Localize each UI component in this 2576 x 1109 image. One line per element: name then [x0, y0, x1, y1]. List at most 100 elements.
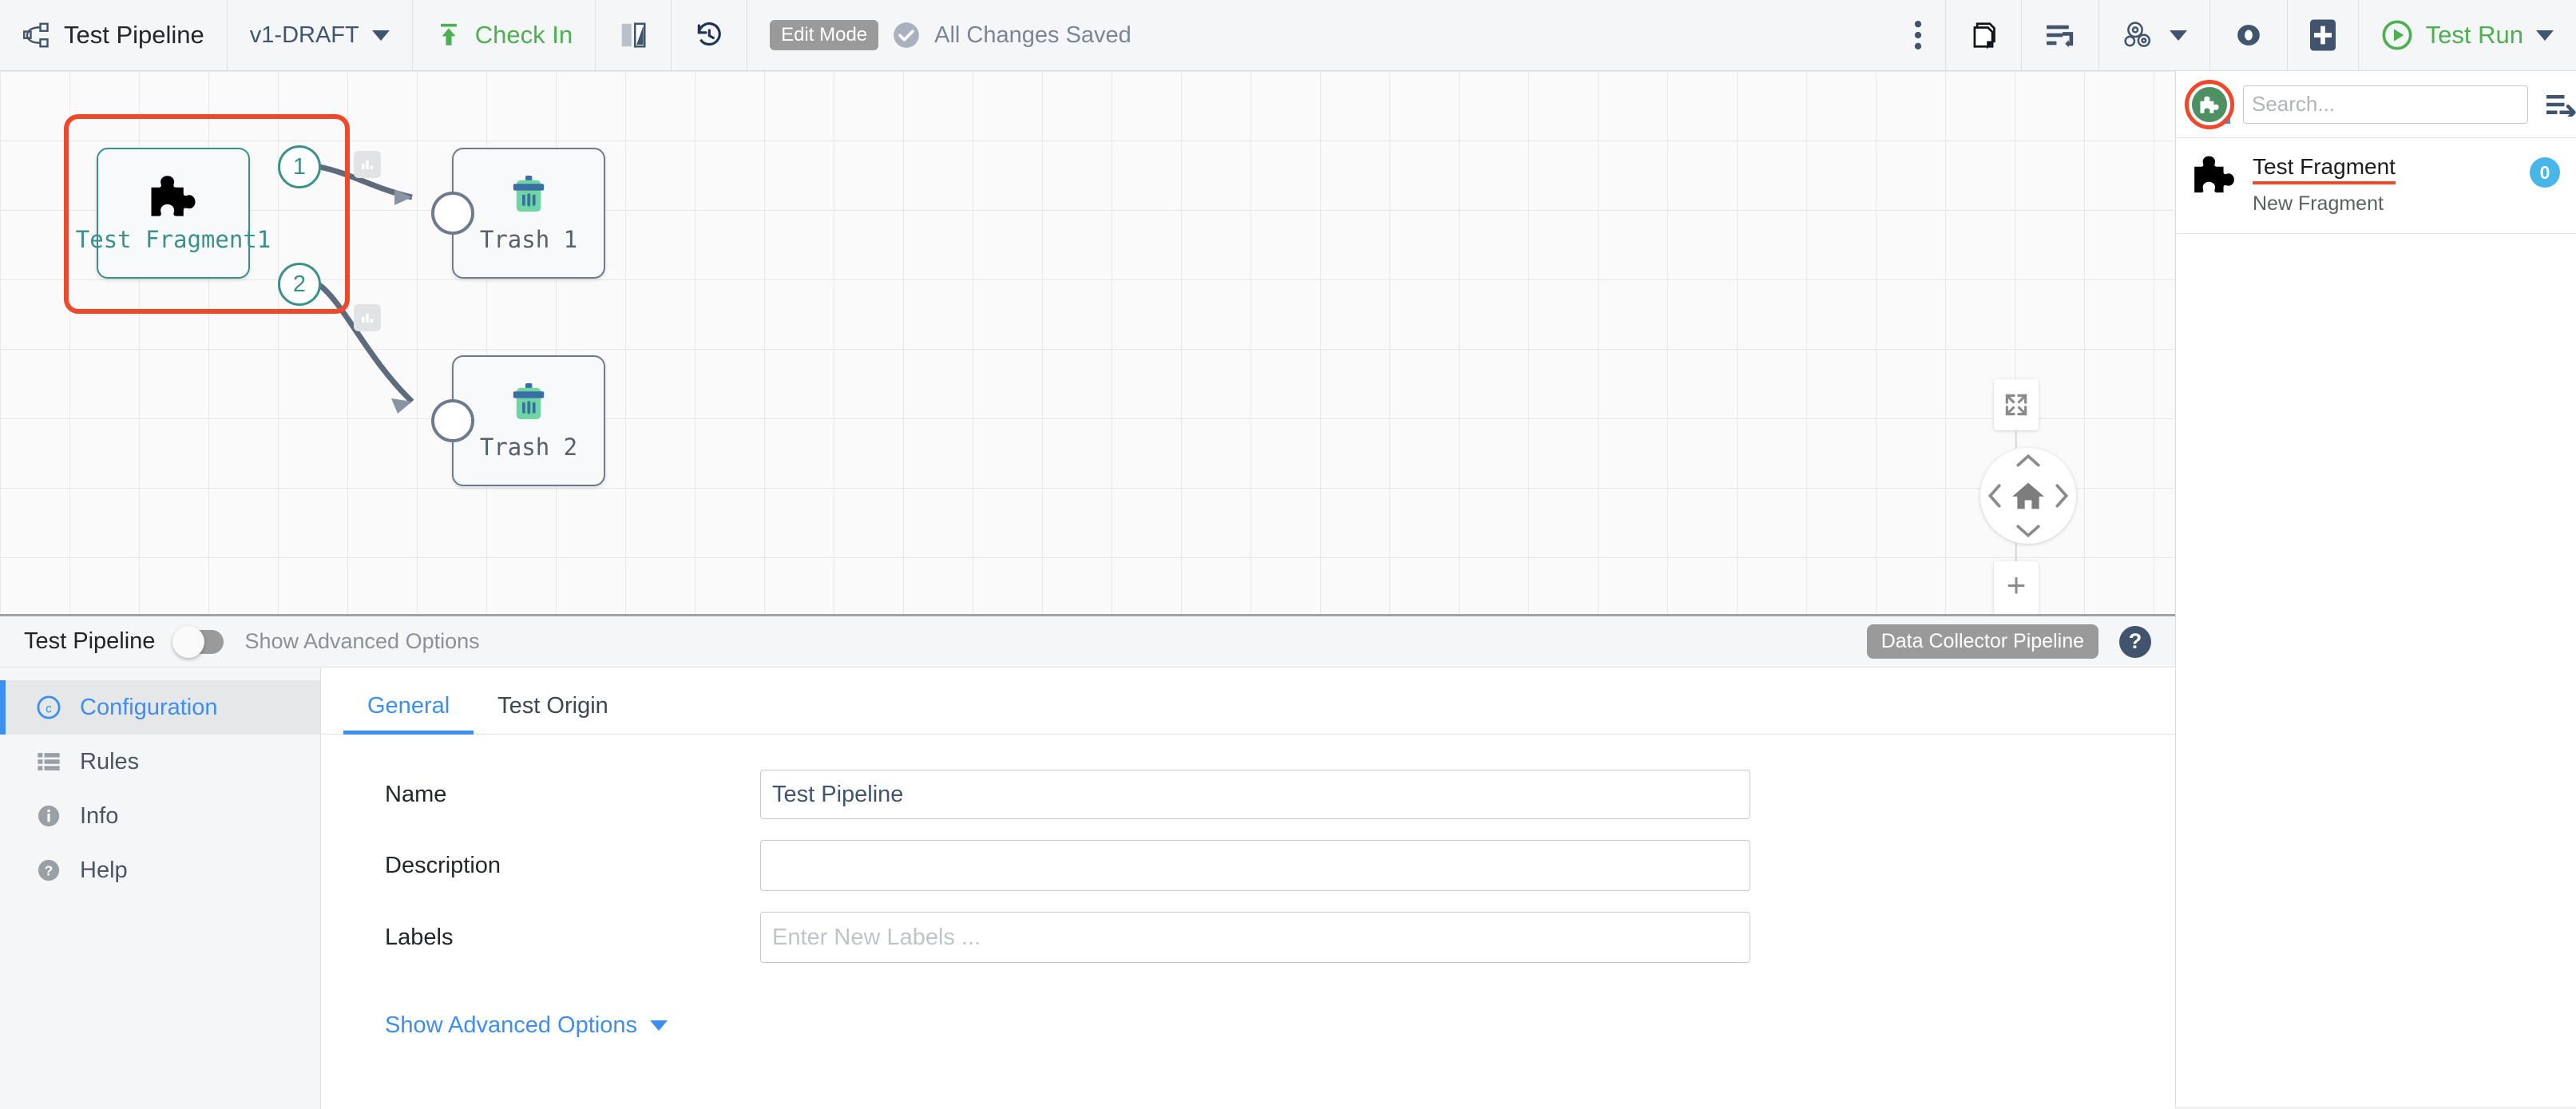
question-circle-icon[interactable]: ? — [2119, 625, 2151, 658]
count-badge: 0 — [2530, 157, 2560, 188]
tab-bar: General Test Origin — [321, 667, 2175, 735]
add-fragment-button[interactable] — [2185, 79, 2234, 129]
check-in-label: Check In — [474, 21, 573, 49]
sidebar-item-label: Rules — [80, 748, 140, 774]
show-advanced-options-toggle[interactable] — [172, 625, 224, 658]
test-run-button[interactable]: Test Run — [2359, 0, 2576, 70]
top-toolbar: Test Pipeline v1-DRAFT Check In Edit Mod… — [0, 0, 2576, 71]
preview-split-button[interactable] — [596, 0, 672, 70]
more-options-button[interactable] — [1891, 0, 1946, 70]
chevron-right-icon[interactable] — [2054, 482, 2070, 509]
chevron-down-icon — [2536, 30, 2554, 41]
node-label: Trash 2 — [479, 434, 578, 461]
field-label-name: Name — [385, 781, 447, 807]
node-label: Trash 1 — [479, 226, 578, 253]
pipeline-node-trash-2[interactable]: Trash 2 — [452, 355, 605, 486]
pipeline-node-trash-1[interactable]: Trash 1 — [452, 148, 605, 279]
info-circle-icon — [35, 802, 62, 830]
duplicate-button[interactable] — [1946, 0, 2022, 70]
field-label-description: Description — [385, 852, 501, 878]
zoom-in-button[interactable]: + — [1994, 561, 2039, 609]
pipeline-title-group[interactable]: Test Pipeline — [0, 0, 228, 70]
chevron-down-icon — [371, 30, 390, 41]
list-item[interactable]: Test Fragment New Fragment 0 — [2176, 138, 2576, 234]
check-in-button[interactable]: Check In — [413, 0, 596, 70]
plus-square-icon — [2309, 19, 2336, 51]
properties-header: Test Pipeline Show Advanced Options Data… — [0, 616, 2175, 667]
list-item-title: Test Fragment — [2253, 154, 2396, 184]
form-row-labels: Labels — [321, 912, 2175, 963]
split-preview-icon — [618, 20, 648, 50]
stage-library-panel: Test Fragment New Fragment 0 — [2175, 71, 2576, 1107]
chevron-left-icon[interactable] — [1987, 482, 2003, 509]
sidebar-item-rules[interactable]: Rules — [0, 735, 320, 789]
play-circle-icon — [2381, 19, 2413, 51]
pipeline-canvas[interactable]: Test Fragment1 Trash 1 Trash 2 1 2 + — [0, 71, 2174, 614]
list-item-subtitle: New Fragment — [2253, 192, 2384, 215]
check-in-upload-icon — [435, 22, 462, 49]
home-icon[interactable] — [2011, 480, 2046, 512]
tab-test-origin[interactable]: Test Origin — [474, 693, 632, 734]
sidebar-item-configuration[interactable]: c Configuration — [0, 680, 320, 735]
form-row-name: Name — [321, 770, 2175, 819]
labels-input[interactable] — [760, 912, 1750, 963]
output-port-2[interactable]: 2 — [278, 263, 321, 306]
fit-to-screen-button[interactable] — [1994, 379, 2039, 430]
chevron-down-icon — [2169, 30, 2187, 41]
pan-compass-control[interactable] — [1980, 448, 2076, 544]
edge-connections — [317, 164, 414, 414]
version-label: v1-DRAFT — [249, 22, 359, 48]
trash-can-icon — [506, 173, 551, 218]
canvas-navigation-controls: + – — [1980, 379, 2076, 614]
output-port-1[interactable]: 1 — [278, 145, 321, 188]
highlight-ring — [2185, 79, 2234, 129]
properties-body: c Configuration Rules Info ? Help Genera… — [0, 667, 2175, 1109]
edit-mode-status-group: Edit Mode All Changes Saved — [747, 0, 1154, 70]
arrange-button[interactable] — [2022, 0, 2099, 70]
tab-general[interactable]: General — [343, 693, 474, 735]
stage-panel-header — [2176, 71, 2576, 138]
puzzle-piece-icon — [2192, 154, 2237, 194]
properties-title: Test Pipeline — [24, 628, 156, 654]
sidebar-item-help[interactable]: ? Help — [0, 843, 320, 897]
toggle-knob — [172, 625, 205, 658]
sidebar-item-label: Configuration — [80, 694, 218, 720]
nav-connector — [2015, 544, 2017, 561]
add-stage-button[interactable] — [2288, 0, 2359, 70]
help-circle-icon: ? — [35, 857, 62, 884]
show-advanced-options-link[interactable]: Show Advanced Options — [385, 1012, 668, 1039]
input-port-trash-2[interactable] — [431, 399, 474, 442]
arrange-lines-icon — [2044, 20, 2076, 50]
chevron-down-icon — [649, 1020, 668, 1031]
sidebar-item-info[interactable]: Info — [0, 789, 320, 843]
nav-connector — [2015, 430, 2017, 448]
pipeline-node-test-fragment1[interactable]: Test Fragment1 — [76, 148, 271, 279]
properties-header-right: Data Collector Pipeline ? — [1866, 624, 2151, 659]
sidebar-item-label: Info — [80, 802, 119, 829]
zoom-controls: + – — [1994, 561, 2039, 614]
description-input[interactable] — [760, 840, 1750, 891]
search-input[interactable] — [2243, 85, 2528, 124]
gears-icon — [2122, 19, 2157, 51]
sidebar-item-label: Help — [80, 857, 128, 883]
copy-pages-icon — [1968, 20, 1999, 50]
test-run-label: Test Run — [2425, 21, 2523, 49]
chevron-down-icon[interactable] — [2015, 523, 2042, 539]
name-input[interactable] — [760, 770, 1750, 819]
history-clock-icon — [694, 20, 724, 50]
save-status-label: All Changes Saved — [934, 22, 1131, 48]
gears-menu-button[interactable] — [2099, 0, 2210, 70]
edit-mode-badge[interactable]: Edit Mode — [770, 20, 879, 50]
collapse-panel-icon[interactable] — [2539, 93, 2576, 117]
input-port-trash-1[interactable] — [431, 192, 474, 235]
bar-chart-icon[interactable] — [354, 151, 381, 178]
bar-chart-icon[interactable] — [354, 304, 381, 331]
configuration-form: Name Description Labels Show Advanced Op… — [321, 735, 2175, 1039]
history-button[interactable] — [672, 0, 748, 70]
svg-text:?: ? — [45, 863, 54, 879]
chevron-up-icon[interactable] — [2015, 453, 2042, 469]
stage-list: Test Fragment New Fragment 0 — [2176, 138, 2576, 234]
page-title: Test Pipeline — [64, 21, 204, 49]
version-selector[interactable]: v1-DRAFT — [228, 0, 413, 70]
preview-eye-button[interactable] — [2210, 0, 2288, 70]
